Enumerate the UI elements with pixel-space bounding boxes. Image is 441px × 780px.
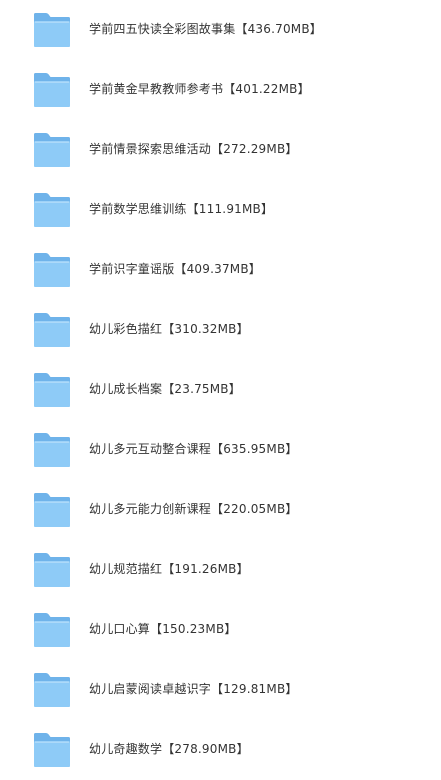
folder-item[interactable]: 幼儿成长档案【23.75MB】	[0, 360, 441, 420]
folder-item[interactable]: 幼儿多元能力创新课程【220.05MB】	[0, 480, 441, 540]
folder-icon	[33, 132, 71, 168]
folder-name: 幼儿奇趣数学【278.90MB】	[89, 742, 249, 756]
folder-name: 幼儿彩色描红【310.32MB】	[89, 322, 249, 336]
folder-name: 学前情景探索思维活动【272.29MB】	[89, 142, 298, 156]
folder-icon	[33, 72, 71, 108]
folder-icon	[33, 492, 71, 528]
folder-icon	[33, 732, 71, 768]
folder-item[interactable]: 学前情景探索思维活动【272.29MB】	[0, 120, 441, 180]
folder-name: 幼儿规范描红【191.26MB】	[89, 562, 249, 576]
folder-item[interactable]: 学前数学思维训练【111.91MB】	[0, 180, 441, 240]
folder-icon	[33, 252, 71, 288]
folder-item[interactable]: 幼儿多元互动整合课程【635.95MB】	[0, 420, 441, 480]
folder-icon	[33, 552, 71, 588]
folder-name: 学前黄金早教教师参考书【401.22MB】	[89, 82, 310, 96]
folder-item[interactable]: 学前黄金早教教师参考书【401.22MB】	[0, 60, 441, 120]
folder-item[interactable]: 学前识字童谣版【409.37MB】	[0, 240, 441, 300]
folder-name: 幼儿多元互动整合课程【635.95MB】	[89, 442, 298, 456]
folder-item[interactable]: 幼儿奇趣数学【278.90MB】	[0, 720, 441, 780]
folder-item[interactable]: 幼儿口心算【150.23MB】	[0, 600, 441, 660]
folder-name: 幼儿成长档案【23.75MB】	[89, 382, 241, 396]
folder-name: 学前识字童谣版【409.37MB】	[89, 262, 261, 276]
folder-icon	[33, 672, 71, 708]
folder-item[interactable]: 学前四五快读全彩图故事集【436.70MB】	[0, 0, 441, 60]
folder-name: 学前数学思维训练【111.91MB】	[89, 202, 274, 216]
folder-icon	[33, 372, 71, 408]
folder-item[interactable]: 幼儿规范描红【191.26MB】	[0, 540, 441, 600]
folder-list: 学前四五快读全彩图故事集【436.70MB】 学前黄金早教教师参考书【401.2…	[0, 0, 441, 776]
folder-item[interactable]: 幼儿启蒙阅读卓越识字【129.81MB】	[0, 660, 441, 720]
folder-item[interactable]: 幼儿彩色描红【310.32MB】	[0, 300, 441, 360]
folder-icon	[33, 192, 71, 228]
folder-name: 学前四五快读全彩图故事集【436.70MB】	[89, 22, 322, 36]
folder-icon	[33, 312, 71, 348]
folder-icon	[33, 432, 71, 468]
folder-icon	[33, 12, 71, 48]
folder-name: 幼儿多元能力创新课程【220.05MB】	[89, 502, 298, 516]
folder-name: 幼儿口心算【150.23MB】	[89, 622, 237, 636]
folder-icon	[33, 612, 71, 648]
folder-name: 幼儿启蒙阅读卓越识字【129.81MB】	[89, 682, 298, 696]
